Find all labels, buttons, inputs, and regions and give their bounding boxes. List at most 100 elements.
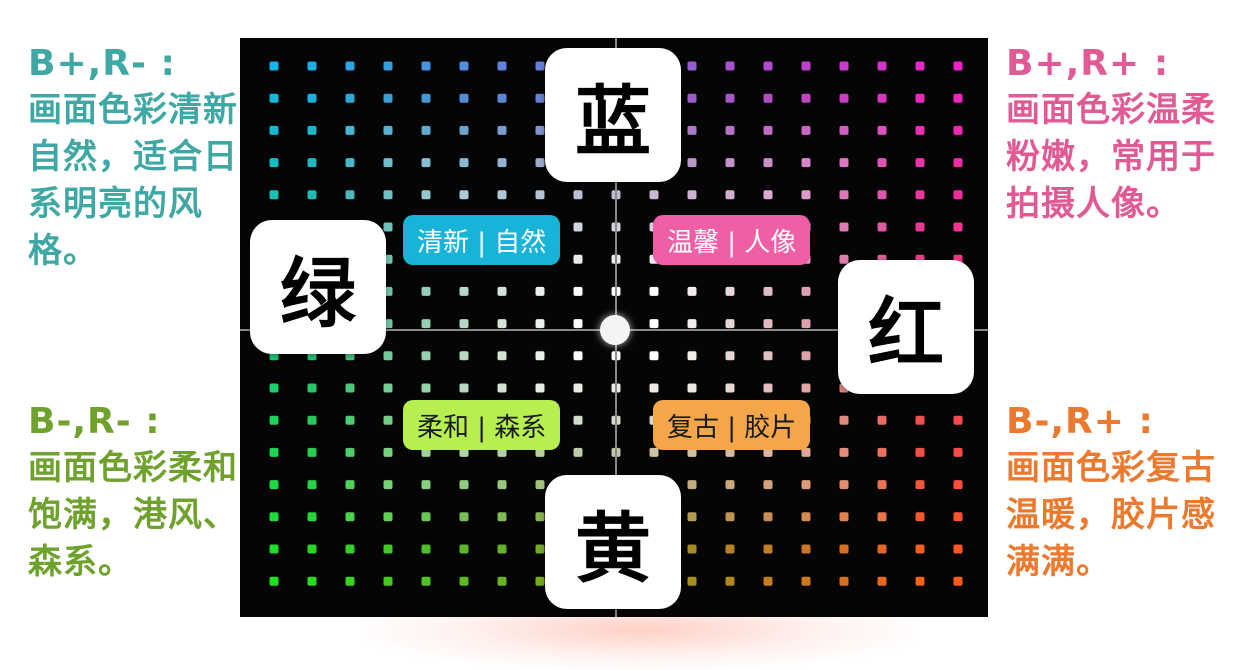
grid-dot	[687, 158, 697, 168]
grid-dot	[269, 125, 279, 135]
grid-dot	[383, 544, 393, 554]
grid-dot	[763, 351, 773, 361]
grid-dot	[877, 480, 887, 490]
grid-dot	[535, 125, 545, 135]
grid-dot	[421, 576, 431, 586]
grid-dot	[573, 447, 583, 457]
grid-dot	[497, 190, 507, 200]
quadrant-note-blue-plus-red-plus: B+,R+ : 画面色彩温柔粉嫩，常用于拍摄人像。	[1006, 40, 1221, 228]
quadrant-description: 画面色彩柔和饱满，港风、森系。	[28, 448, 238, 582]
grid-dot	[535, 93, 545, 103]
grid-dot	[459, 576, 469, 586]
grid-dot	[497, 319, 507, 329]
quadrant-description: 画面色彩复古温暖，胶片感满满。	[1006, 448, 1216, 582]
grid-dot	[307, 512, 317, 522]
grid-dot	[269, 544, 279, 554]
grid-dot	[915, 158, 925, 168]
grid-dot	[535, 158, 545, 168]
grid-dot	[383, 61, 393, 71]
center-point	[600, 315, 630, 345]
yellow-direction-card: 黄	[545, 475, 681, 609]
grid-dot	[383, 351, 393, 361]
grid-dot	[649, 319, 659, 329]
grid-dot	[915, 61, 925, 71]
grid-dot	[953, 222, 963, 232]
grid-dot	[269, 158, 279, 168]
grid-dot	[953, 415, 963, 425]
grid-dot	[383, 576, 393, 586]
grid-dot	[345, 576, 355, 586]
grid-dot	[535, 351, 545, 361]
grid-dot	[573, 254, 583, 264]
grid-dot	[801, 576, 811, 586]
grid-dot	[307, 61, 317, 71]
grid-dot	[269, 93, 279, 103]
grid-dot	[915, 447, 925, 457]
grid-dot	[725, 480, 735, 490]
grid-dot	[535, 383, 545, 393]
grid-dot	[345, 93, 355, 103]
grid-dot	[649, 286, 659, 296]
grid-dot	[877, 93, 887, 103]
grid-dot	[725, 61, 735, 71]
grid-dot	[687, 319, 697, 329]
grid-dot	[383, 125, 393, 135]
grid-dot	[269, 190, 279, 200]
grid-dot	[953, 93, 963, 103]
grid-dot	[953, 544, 963, 554]
grid-dot	[839, 61, 849, 71]
grid-dot	[839, 512, 849, 522]
grid-dot	[497, 383, 507, 393]
quadrant-description: 画面色彩清新自然，适合日系明亮的风格。	[28, 90, 238, 271]
grid-dot	[459, 93, 469, 103]
grid-dot	[307, 576, 317, 586]
quadrant-note-blue-minus-red-minus: B-,R- : 画面色彩柔和饱满，港风、森系。	[28, 398, 243, 586]
grid-dot	[269, 415, 279, 425]
grid-dot	[421, 190, 431, 200]
grid-dot	[421, 61, 431, 71]
grid-dot	[687, 576, 697, 586]
grid-dot	[535, 61, 545, 71]
grid-dot	[307, 125, 317, 135]
grid-dot	[459, 158, 469, 168]
quadrant-description: 画面色彩温柔粉嫩，常用于拍摄人像。	[1006, 90, 1216, 224]
grid-dot	[383, 512, 393, 522]
grid-dot	[763, 61, 773, 71]
grid-dot	[421, 512, 431, 522]
grid-dot	[763, 512, 773, 522]
grid-dot	[307, 190, 317, 200]
grid-dot	[763, 93, 773, 103]
blue-direction-card: 蓝	[545, 48, 681, 182]
grid-dot	[383, 415, 393, 425]
grid-dot	[573, 190, 583, 200]
grid-dot	[877, 190, 887, 200]
grid-dot	[383, 93, 393, 103]
grid-dot	[839, 480, 849, 490]
grid-dot	[535, 319, 545, 329]
grid-dot	[269, 512, 279, 522]
quadrant-heading: B+,R- :	[28, 43, 176, 84]
grid-dot	[725, 125, 735, 135]
grid-dot	[915, 415, 925, 425]
grid-dot	[459, 125, 469, 135]
grid-dot	[953, 576, 963, 586]
grid-dot	[725, 93, 735, 103]
grid-dot	[915, 222, 925, 232]
grid-dot	[687, 351, 697, 361]
grid-dot	[839, 415, 849, 425]
grid-dot	[497, 544, 507, 554]
grid-dot	[687, 480, 697, 490]
grid-dot	[573, 351, 583, 361]
grid-dot	[307, 383, 317, 393]
grid-dot	[801, 512, 811, 522]
grid-dot	[307, 480, 317, 490]
grid-dot	[801, 190, 811, 200]
grid-dot	[497, 351, 507, 361]
grid-dot	[345, 480, 355, 490]
grid-dot	[725, 512, 735, 522]
grid-dot	[687, 61, 697, 71]
grid-dot	[725, 544, 735, 554]
grid-dot	[877, 158, 887, 168]
style-tag-retro: 复古 | 胶片	[653, 400, 811, 450]
grid-dot	[725, 383, 735, 393]
